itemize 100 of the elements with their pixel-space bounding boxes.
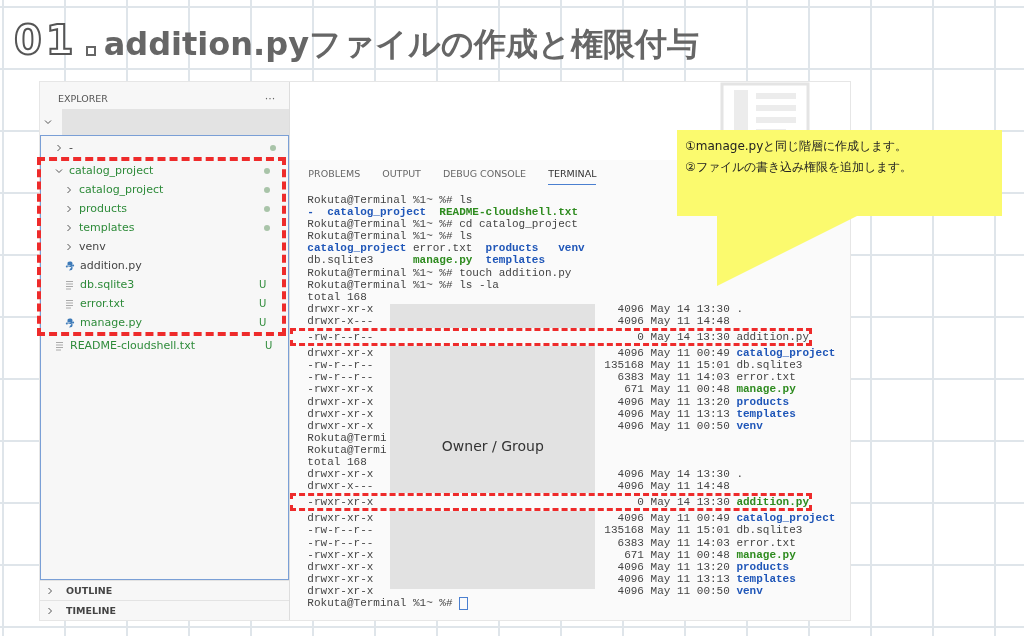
chevron-icon[interactable] bbox=[44, 118, 52, 126]
terminal-text: Rokuta@Termi bbox=[307, 443, 387, 456]
file-name: catalog_project bbox=[735, 512, 836, 525]
tree-item[interactable]: templates bbox=[41, 218, 283, 237]
file-details: 4096 May 11 00:50 bbox=[616, 584, 730, 597]
file-details: 6383 May 11 14:03 bbox=[616, 371, 730, 384]
file-permissions: drwxr-xr-x bbox=[307, 407, 375, 420]
file-permissions: -rw-r--r-- bbox=[307, 331, 375, 344]
file-details: 4096 May 11 00:50 bbox=[616, 419, 730, 432]
section-label: TIMELINE bbox=[66, 605, 116, 616]
file-permissions: drwxr-xr-x bbox=[307, 302, 375, 315]
panel-title: EXPLORER bbox=[58, 93, 108, 104]
overlay-label: Owner / Group bbox=[441, 440, 544, 453]
tree-item[interactable]: catalog_project bbox=[41, 161, 283, 180]
file-permissions: drwxr-xr-x bbox=[307, 468, 375, 481]
panel-tab[interactable]: OUTPUT bbox=[382, 168, 421, 185]
section-header[interactable]: TIMELINE bbox=[40, 600, 290, 620]
more-actions-button[interactable]: ··· bbox=[264, 92, 276, 105]
tree-item[interactable]: catalog_project bbox=[41, 180, 283, 199]
file-permissions: drwxr-x--- bbox=[307, 480, 375, 493]
cursor bbox=[459, 597, 469, 610]
python-file-icon bbox=[65, 260, 75, 271]
file-name: products bbox=[79, 202, 129, 215]
file-name: error.txt bbox=[735, 371, 796, 384]
section-label: OUTLINE bbox=[66, 585, 113, 596]
terminal-text: templates bbox=[484, 254, 545, 267]
file-details: 4096 May 11 13:13 bbox=[616, 572, 730, 585]
file-name: addition.py bbox=[735, 496, 809, 509]
file-details: 671 May 11 00:48 bbox=[623, 383, 730, 396]
file-details: 4096 May 11 13:13 bbox=[616, 407, 730, 420]
text-file-icon bbox=[65, 279, 74, 290]
file-name: db.sqlite3 bbox=[735, 359, 803, 372]
file-permissions: -rw-r--r-- bbox=[307, 536, 375, 549]
file-permissions: drwxr-xr-x bbox=[307, 584, 375, 597]
chevron-icon[interactable] bbox=[46, 586, 54, 595]
file-permissions: drwxr-xr-x bbox=[307, 512, 375, 525]
chevron-icon[interactable] bbox=[65, 242, 73, 251]
chevron-icon[interactable] bbox=[65, 185, 73, 194]
file-name: - bbox=[69, 141, 74, 154]
tree-item[interactable]: - bbox=[41, 138, 289, 157]
file-permissions: drwxr-xr-x bbox=[307, 395, 375, 408]
file-permissions: -rw-r--r-- bbox=[307, 371, 375, 384]
chevron-icon[interactable] bbox=[65, 223, 73, 232]
file-name: catalog_project bbox=[69, 164, 155, 177]
tree-item[interactable]: addition.py bbox=[41, 256, 283, 275]
callout-text: ①manage.pyと同じ階層に作成します。 bbox=[685, 138, 909, 155]
terminal-text: manage.py bbox=[412, 254, 473, 267]
panel-tab[interactable]: PROBLEMS bbox=[308, 168, 361, 185]
status-letter: U bbox=[265, 340, 273, 351]
file-name: templates bbox=[79, 221, 136, 234]
chevron-icon[interactable] bbox=[65, 204, 73, 213]
file-name: db.sqlite3 bbox=[80, 278, 136, 291]
file-name: venv bbox=[735, 419, 763, 432]
tree-item[interactable]: venv bbox=[41, 237, 283, 256]
panel-tab[interactable]: DEBUG CONSOLE bbox=[442, 168, 527, 185]
file-name: addition.py bbox=[80, 259, 143, 272]
status-letter: U bbox=[259, 317, 267, 328]
file-details: 4096 May 11 00:49 bbox=[616, 347, 730, 360]
step-number: 01 bbox=[14, 20, 78, 60]
terminal-text: Rokuta@Terminal %1~ %# ls -la bbox=[307, 278, 499, 291]
file-details: 4096 May 11 13:20 bbox=[616, 395, 730, 408]
file-permissions: -rwxr-xr-x bbox=[307, 383, 375, 396]
file-name: catalog_project bbox=[79, 183, 165, 196]
terminal-text: catalog_project bbox=[307, 242, 407, 255]
file-details: 4096 May 11 00:49 bbox=[616, 512, 730, 525]
tree-item[interactable]: error.txt U bbox=[41, 294, 283, 313]
status-letter: U bbox=[259, 298, 267, 309]
section-header[interactable]: OUTLINE bbox=[40, 580, 290, 600]
file-name: README-cloudshell.txt bbox=[70, 339, 196, 352]
square-bullet-icon bbox=[85, 46, 96, 56]
file-details: 135168 May 11 15:01 bbox=[603, 524, 730, 537]
page-title: addition.pyファイルの作成と権限付与 bbox=[103, 28, 699, 60]
chevron-icon[interactable] bbox=[55, 143, 63, 152]
file-details: 4096 May 11 13:20 bbox=[616, 560, 730, 573]
file-details: 4096 May 14 13:30 bbox=[616, 302, 730, 315]
panel-tab[interactable]: TERMINAL bbox=[548, 168, 597, 185]
terminal-text: README-cloudshell.txt bbox=[438, 206, 578, 219]
file-name: manage.py bbox=[735, 383, 796, 396]
file-name: venv bbox=[735, 584, 763, 597]
terminal-text: Rokuta@Terminal %1~ %# ls bbox=[307, 230, 473, 243]
tree-item[interactable]: db.sqlite3 U bbox=[41, 275, 283, 294]
file-details: 4096 May 11 14:48 bbox=[616, 480, 730, 493]
chevron-icon[interactable] bbox=[55, 166, 63, 175]
tree-item[interactable]: README-cloudshell.txt U bbox=[41, 336, 289, 355]
file-name: products bbox=[735, 560, 790, 573]
file-name: manage.py bbox=[80, 316, 143, 329]
terminal-text: Rokuta@Terminal %1~ %# touch addition.py bbox=[307, 266, 572, 279]
chevron-icon[interactable] bbox=[46, 606, 54, 615]
terminal-text: db.sqlite3 bbox=[307, 254, 375, 267]
tree-item[interactable]: products bbox=[41, 199, 283, 218]
file-name: templates bbox=[735, 407, 796, 420]
file-permissions: -rwxr-xr-x bbox=[307, 496, 375, 509]
file-permissions: -rwxr-xr-x bbox=[307, 548, 375, 561]
file-permissions: drwxr-xr-x bbox=[307, 347, 375, 360]
file-name: db.sqlite3 bbox=[735, 524, 803, 537]
file-details: 4096 May 14 13:30 bbox=[616, 468, 730, 481]
file-name: venv bbox=[79, 240, 107, 253]
tree-item[interactable]: manage.py U bbox=[41, 313, 283, 332]
terminal-text: total 168 bbox=[307, 290, 367, 303]
terminal-text: total 168 bbox=[307, 455, 367, 468]
